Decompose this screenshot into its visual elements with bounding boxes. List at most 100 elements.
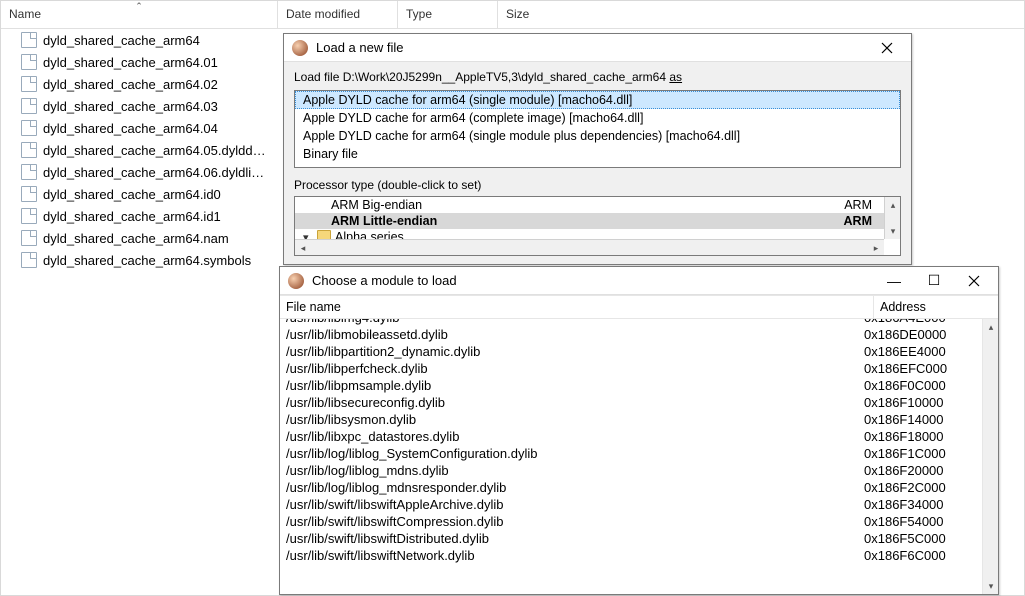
file-icon (21, 252, 37, 268)
column-header-address[interactable]: Address (874, 296, 998, 318)
module-row[interactable]: /usr/lib/libsecureconfig.dylib0x186F1000… (280, 394, 982, 411)
processor-hscrollbar[interactable]: ◂ ▸ (295, 239, 884, 255)
module-address: 0x186EFC000 (858, 361, 982, 376)
processor-name: Alpha series (335, 230, 832, 239)
file-icon (21, 186, 37, 202)
scroll-up-icon[interactable]: ▴ (983, 319, 999, 335)
module-row[interactable]: /usr/lib/libxpc_datastores.dylib0x186F18… (280, 428, 982, 445)
processor-type-list[interactable]: ARM Big-endianARMARM Little-endianARM ▾ Al… (295, 197, 884, 239)
dialog1-titlebar[interactable]: Load a new file (284, 34, 911, 62)
module-filename: /usr/lib/swift/libswiftCompression.dylib (280, 514, 858, 529)
module-filename: /usr/lib/log/liblog_mdnsresponder.dylib (280, 480, 858, 495)
module-row[interactable]: /usr/lib/libmobileassetd.dylib0x186DE000… (280, 326, 982, 343)
dialog2-minimize-button[interactable]: — (874, 268, 914, 294)
file-icon (21, 76, 37, 92)
module-filename: /usr/lib/libpartition2_dynamic.dylib (280, 344, 858, 359)
file-row[interactable]: dyld_shared_cache_arm64.02 (1, 73, 278, 95)
file-icon (21, 230, 37, 246)
module-address: 0x186F14000 (858, 412, 982, 427)
scroll-down-icon[interactable]: ▾ (885, 223, 901, 239)
file-row[interactable]: dyld_shared_cache_arm64.nam (1, 227, 278, 249)
processor-arch: ARM (832, 214, 876, 228)
module-vscrollbar[interactable]: ▴ ▾ (982, 319, 998, 594)
module-row[interactable]: /usr/lib/swift/libswiftDistributed.dylib… (280, 530, 982, 547)
dialog2-titlebar[interactable]: Choose a module to load — ☐ (280, 267, 998, 295)
module-filename: /usr/lib/libperfcheck.dylib (280, 361, 858, 376)
module-filename: /usr/lib/libsecureconfig.dylib (280, 395, 858, 410)
processor-name: ARM Little-endian (331, 214, 832, 228)
scroll-left-icon[interactable]: ◂ (295, 240, 311, 256)
tree-expand-icon[interactable]: ▾ (303, 231, 309, 239)
file-name: dyld_shared_cache_arm64.05.dylddata (43, 143, 270, 158)
processor-vscrollbar[interactable]: ▴ ▾ (884, 197, 900, 239)
module-filename: /usr/lib/log/liblog_SystemConfiguration.… (280, 446, 858, 461)
app-icon (288, 273, 304, 289)
app-icon (292, 40, 308, 56)
column-header-filename[interactable]: File name (280, 296, 874, 318)
processor-option[interactable]: ▾ Alpha series (295, 229, 884, 239)
file-row[interactable]: dyld_shared_cache_arm64.04 (1, 117, 278, 139)
file-name: dyld_shared_cache_arm64 (43, 33, 200, 48)
column-header-type[interactable]: Type (398, 1, 498, 28)
file-name: dyld_shared_cache_arm64.01 (43, 55, 218, 70)
file-format-option[interactable]: Apple DYLD cache for arm64 (complete ima… (295, 109, 900, 127)
module-row[interactable]: /usr/lib/swift/libswiftAppleArchive.dyli… (280, 496, 982, 513)
module-filename: /usr/lib/libxpc_datastores.dylib (280, 429, 858, 444)
file-format-list[interactable]: Apple DYLD cache for arm64 (single modul… (294, 90, 901, 168)
processor-type-label: Processor type (double-click to set) (294, 178, 901, 192)
file-name: dyld_shared_cache_arm64.id1 (43, 209, 221, 224)
module-address: 0x186A4E000 (858, 319, 982, 325)
file-row[interactable]: dyld_shared_cache_arm64.06.dyldlinkedit (1, 161, 278, 183)
scroll-right-icon[interactable]: ▸ (868, 240, 884, 256)
dialog2-close-button[interactable] (954, 268, 994, 294)
file-row[interactable]: dyld_shared_cache_arm64.symbols (1, 249, 278, 271)
file-row[interactable]: dyld_shared_cache_arm64.05.dylddata (1, 139, 278, 161)
file-row[interactable]: dyld_shared_cache_arm64.03 (1, 95, 278, 117)
file-row[interactable]: dyld_shared_cache_arm64.id0 (1, 183, 278, 205)
module-address: 0x186F54000 (858, 514, 982, 529)
module-row[interactable]: /usr/lib/log/liblog_mdnsresponder.dylib0… (280, 479, 982, 496)
module-address: 0x186F6C000 (858, 548, 982, 563)
file-format-option[interactable]: Apple DYLD cache for arm64 (single modul… (295, 127, 900, 145)
module-list[interactable]: /usr/lib/libimg4.dylib0x186A4E000/usr/li… (280, 319, 982, 594)
module-row[interactable]: /usr/lib/swift/libswiftCompression.dylib… (280, 513, 982, 530)
column-header-date[interactable]: Date modified (278, 1, 398, 28)
dialog2-maximize-button[interactable]: ☐ (914, 268, 954, 294)
column-header-size[interactable]: Size (498, 1, 578, 28)
module-row[interactable]: /usr/lib/libpmsample.dylib0x186F0C000 (280, 377, 982, 394)
dialog1-title: Load a new file (316, 40, 867, 55)
module-row[interactable]: /usr/lib/swift/libswiftNetwork.dylib0x18… (280, 547, 982, 564)
column-name-label: Name (9, 7, 41, 21)
module-address: 0x186F18000 (858, 429, 982, 444)
module-address: 0x186DE0000 (858, 327, 982, 342)
module-row[interactable]: /usr/lib/libimg4.dylib0x186A4E000 (280, 319, 982, 326)
file-format-option[interactable]: Binary file (295, 145, 900, 163)
module-row[interactable]: /usr/lib/libsysmon.dylib0x186F14000 (280, 411, 982, 428)
processor-name: ARM Big-endian (331, 198, 832, 212)
file-format-option[interactable]: Apple DYLD cache for arm64 (single modul… (295, 91, 900, 109)
processor-option[interactable]: ARM Little-endianARM (295, 213, 884, 229)
module-address: 0x186F34000 (858, 497, 982, 512)
module-filename: /usr/lib/libpmsample.dylib (280, 378, 858, 393)
processor-arch (832, 230, 876, 239)
file-row[interactable]: dyld_shared_cache_arm64 (1, 29, 278, 51)
module-row[interactable]: /usr/lib/log/liblog_SystemConfiguration.… (280, 445, 982, 462)
scroll-up-icon[interactable]: ▴ (885, 197, 901, 213)
module-row[interactable]: /usr/lib/libpartition2_dynamic.dylib0x18… (280, 343, 982, 360)
column-header-name[interactable]: ⌃ Name (1, 1, 278, 28)
file-row[interactable]: dyld_shared_cache_arm64.01 (1, 51, 278, 73)
scroll-down-icon[interactable]: ▾ (983, 578, 999, 594)
dialog1-close-button[interactable] (867, 35, 907, 61)
file-icon (21, 208, 37, 224)
file-icon (21, 120, 37, 136)
file-icon (21, 164, 37, 180)
file-row[interactable]: dyld_shared_cache_arm64.id1 (1, 205, 278, 227)
module-row[interactable]: /usr/lib/log/liblog_mdns.dylib0x186F2000… (280, 462, 982, 479)
processor-arch: ARM (832, 198, 876, 212)
close-icon (881, 42, 893, 54)
module-address: 0x186F2C000 (858, 480, 982, 495)
file-icon (21, 142, 37, 158)
module-row[interactable]: /usr/lib/libperfcheck.dylib0x186EFC000 (280, 360, 982, 377)
module-address: 0x186EE4000 (858, 344, 982, 359)
processor-option[interactable]: ARM Big-endianARM (295, 197, 884, 213)
